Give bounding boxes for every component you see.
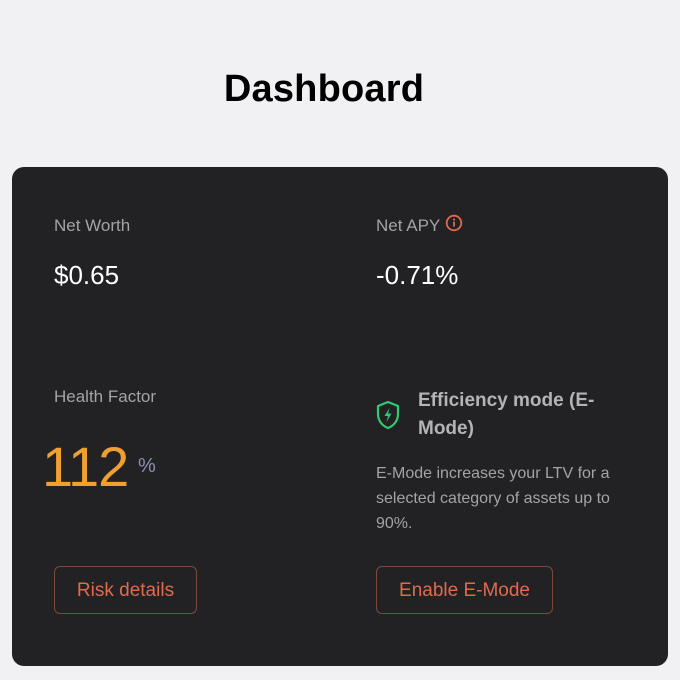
emode-description: E-Mode increases your LTV for a selected…: [376, 465, 610, 532]
page-title: Dashboard: [223, 68, 425, 110]
health-factor-label: Health Factor: [54, 387, 157, 406]
net-apy-label-row: Net APY: [376, 214, 463, 237]
shield-lightning-icon: [375, 400, 401, 435]
net-worth-value: $0.65: [54, 260, 119, 291]
info-icon[interactable]: [445, 214, 463, 237]
dashboard-page: Dashboard Net Worth $0.65 Net APY -0.71%…: [0, 0, 680, 680]
currency-symbol: $: [54, 260, 69, 290]
emode-title: Efficiency mode (E-Mode): [418, 390, 595, 439]
net-worth-amount: 0.65: [68, 260, 120, 290]
net-apy-value: -0.71%: [376, 260, 459, 290]
enable-emode-button[interactable]: Enable E-Mode: [376, 566, 553, 614]
health-factor-unit: %: [138, 455, 156, 477]
net-worth-label: Net Worth: [54, 216, 131, 235]
risk-details-button[interactable]: Risk details: [54, 566, 197, 614]
health-factor-value: 112: [42, 435, 129, 498]
net-apy-label: Net APY: [376, 216, 441, 235]
